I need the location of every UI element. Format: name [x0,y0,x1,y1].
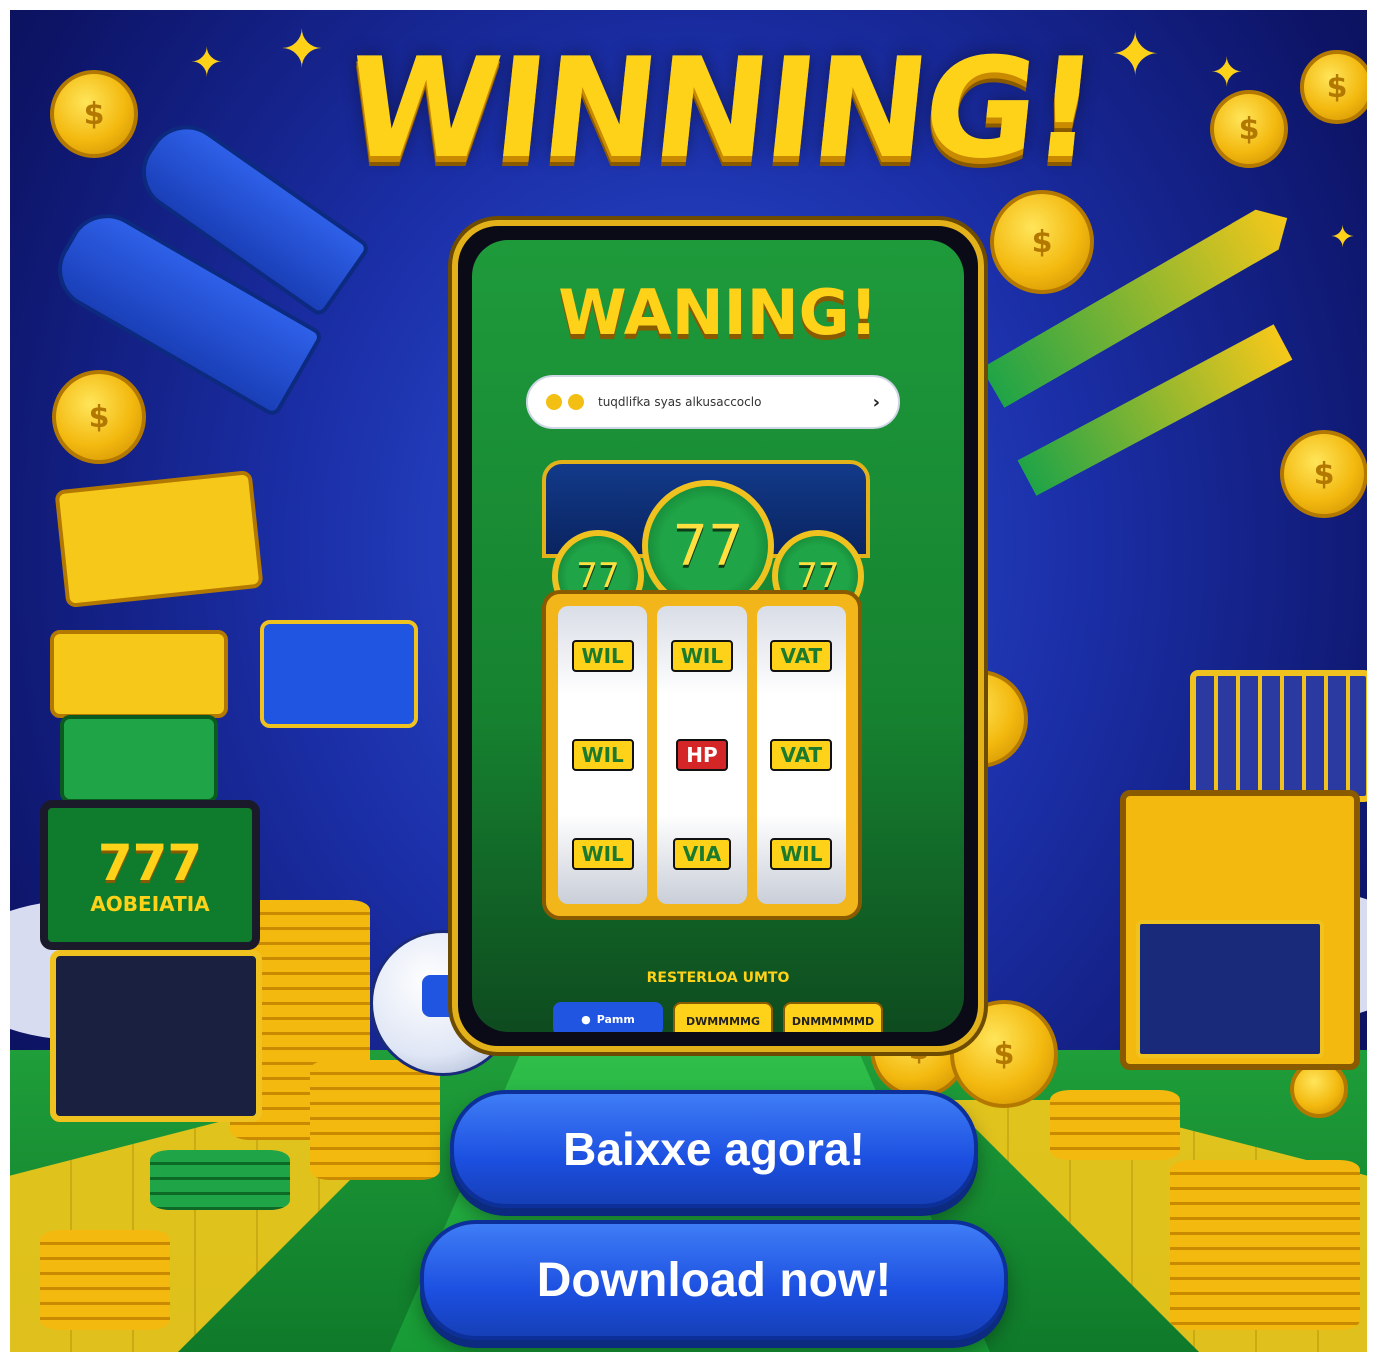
coin-icon: $ [1300,50,1367,124]
slot-screen-label: AOBEIATIA [90,892,210,916]
phone-footer-text: RESTERLOA UMTO [646,970,790,986]
ticket-graphic [50,630,228,718]
slot-screen: 777 AOBEIATIA [40,800,260,950]
slot-jackpot-number: 777 [97,834,203,892]
reel-symbol: VAT [770,639,833,672]
headline: WINNING! [338,28,1102,189]
coin-icon: $ [1280,430,1367,518]
pill-button-right[interactable]: DNMMMMMD [783,1002,883,1032]
slot-machine-center: 77 77 77 WIL WIL WIL WIL HP VIA VAT VAT … [502,460,902,930]
download-button-pt[interactable]: Baixxe agora! [450,1090,978,1208]
download-button-en[interactable]: Download now! [420,1220,1008,1340]
coin-icon: $ [52,370,146,464]
reel-symbol: WIL [571,639,634,672]
chevron-right-icon[interactable]: › [873,392,880,413]
dot-icon [546,394,562,410]
coin-stack [310,1060,440,1180]
reel-symbol: WIL [670,639,734,672]
ticket-graphic [60,715,218,803]
promo-banner: ✦ ✦ ✦ ✦ ✦ WINNING! $ $ $ $ $ $ $ $ $ 777… [10,10,1367,1352]
coin-icon: $ [1210,90,1288,168]
phone-mockup: WANING! tuqdlifka syas alkusaccoclo › 77… [452,220,984,1052]
slot-screen [1190,670,1367,802]
reels: WIL WIL WIL WIL HP VIA VAT VAT WIL [542,590,862,920]
coin-stack [1170,1160,1360,1330]
phone-heading: WANING! [558,276,878,349]
phone-pill-row: ● Pamm DWMMMMG DNMMMMMD [486,1002,950,1032]
coin-stack [150,1150,290,1210]
apple-icon: ● [581,1012,591,1026]
dot-icon [568,394,584,410]
slot-machine-left: 777 AOBEIATIA [40,800,262,1122]
sparkle-icon: ✦ [190,40,224,86]
slot-cabinet [50,950,262,1122]
ticket-graphic [54,469,264,609]
app-store-button[interactable]: ● Pamm [553,1002,663,1032]
slot-machine-right [1120,670,1367,1070]
reel-symbol: WIL [770,838,833,871]
reel-symbol: WIL [571,738,634,771]
pill-button-middle[interactable]: DWMMMMG [673,1002,773,1032]
phone-screen: WANING! tuqdlifka syas alkusaccoclo › 77… [472,240,964,1032]
ticket-graphic [260,620,418,728]
sparkle-icon: ✦ [1210,50,1244,96]
search-dots [546,394,584,410]
search-bar[interactable]: tuqdlifka syas alkusaccoclo › [526,375,900,429]
reel-symbol: VIA [672,838,732,871]
reel-symbol: HP [676,738,728,771]
app-store-label: Pamm [596,1012,635,1026]
search-text: tuqdlifka syas alkusaccoclo [598,395,762,409]
reel-1: WIL WIL WIL [558,606,648,904]
reel-symbol: WIL [571,838,634,871]
coin-icon: $ [990,190,1094,294]
slot-panel [1136,920,1324,1058]
coin-stack [40,1230,170,1330]
reel-3: VAT VAT WIL [756,606,846,904]
coin-stack [1050,1090,1180,1160]
reel-symbol: VAT [770,738,833,771]
reel-2: WIL HP VIA [657,606,747,904]
coin-icon: $ [50,70,138,158]
sparkle-icon: ✦ [1330,220,1356,255]
